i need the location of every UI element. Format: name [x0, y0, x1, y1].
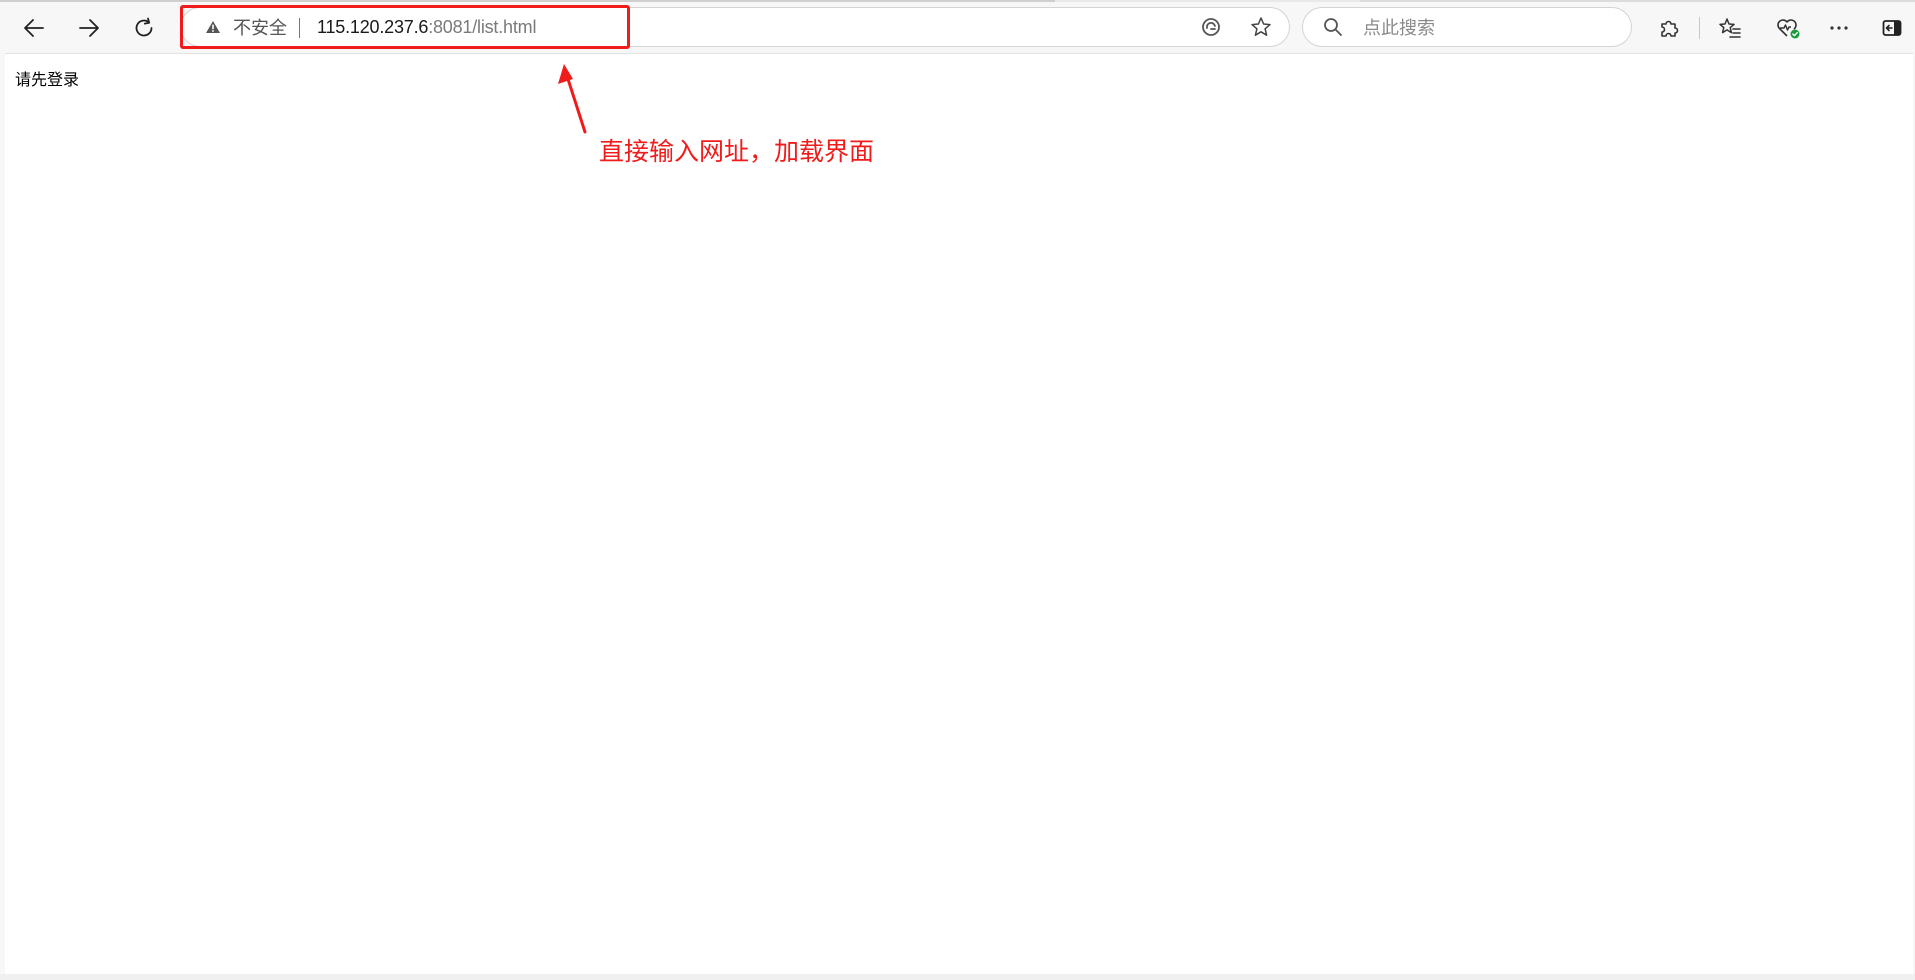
back-arrow-icon — [24, 19, 44, 37]
favorite-button[interactable] — [1243, 8, 1279, 46]
address-bar[interactable]: 不安全 115.120.237.6:8081/list.html — [180, 7, 1290, 47]
url-host: 115.120.237.6 — [317, 16, 429, 37]
favorites-list-icon — [1719, 18, 1741, 38]
back-button[interactable] — [14, 9, 54, 47]
search-icon — [1324, 18, 1342, 36]
edge-refresh-button[interactable] — [1193, 8, 1229, 46]
favorites-button[interactable] — [1710, 9, 1750, 47]
toolbar-divider — [1699, 17, 1700, 39]
puzzle-icon — [1661, 20, 1679, 37]
window-bottom-edge — [0, 974, 1915, 980]
security-indicator[interactable]: 不安全 — [205, 8, 287, 46]
sidebar-toggle-button[interactable] — [1872, 9, 1912, 47]
refresh-icon — [135, 17, 153, 37]
refresh-button[interactable] — [124, 9, 164, 47]
annotation-note: 直接输入网址，加载界面 — [599, 137, 875, 166]
performance-button[interactable] — [1768, 9, 1808, 47]
url-path: :8081/list.html — [428, 16, 537, 37]
forward-arrow-icon — [79, 19, 99, 37]
browser-toolbar: 不安全 115.120.237.6:8081/list.html 点此搜索 — [0, 2, 1915, 52]
url-text[interactable]: 115.120.237.6:8081/list.html — [317, 8, 536, 46]
browser-window: 不安全 115.120.237.6:8081/list.html 点此搜索 请… — [0, 0, 1915, 980]
login-required-message: 请先登录 — [15, 70, 80, 89]
heart-check-icon — [1777, 19, 1800, 39]
search-placeholder: 点此搜索 — [1363, 18, 1435, 39]
star-icon — [1251, 17, 1271, 36]
more-icon — [1830, 26, 1848, 30]
extensions-button[interactable] — [1649, 9, 1689, 47]
more-button[interactable] — [1819, 9, 1859, 47]
address-separator — [299, 18, 300, 38]
sidebar-toggle-icon — [1882, 20, 1902, 36]
search-input[interactable]: 点此搜索 — [1302, 7, 1632, 47]
security-label: 不安全 — [233, 18, 287, 39]
warning-icon — [206, 21, 220, 33]
forward-button[interactable] — [69, 9, 109, 47]
page-viewport: 请先登录 — [5, 53, 1913, 974]
edge-refresh-icon — [1202, 18, 1220, 36]
